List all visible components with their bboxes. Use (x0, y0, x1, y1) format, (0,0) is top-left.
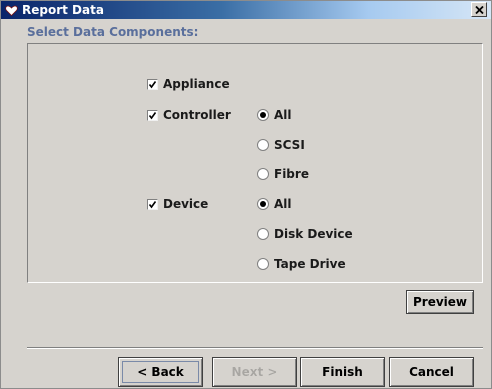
cancel-button[interactable]: Cancel (389, 357, 474, 387)
radio-label: Fibre (274, 167, 309, 181)
data-components-panel (27, 43, 483, 283)
next-button[interactable]: Next > (212, 357, 297, 387)
radio-button[interactable] (257, 139, 269, 151)
back-label: < Back (137, 365, 184, 379)
device-checkbox[interactable]: Device (147, 197, 208, 211)
controller-radio-fibre[interactable]: Fibre (257, 167, 309, 181)
radio-button[interactable] (257, 258, 269, 270)
appliance-checkbox[interactable]: Appliance (147, 77, 230, 91)
preview-button[interactable]: Preview (406, 290, 474, 314)
back-button[interactable]: < Back (118, 357, 203, 387)
radio-button[interactable] (257, 228, 269, 240)
checkbox-box[interactable] (147, 198, 158, 210)
controller-label: Controller (163, 108, 231, 122)
controller-radio-scsi[interactable]: SCSI (257, 138, 305, 152)
close-button[interactable] (471, 2, 487, 17)
device-radio-tape-drive[interactable]: Tape Drive (257, 257, 346, 271)
radio-button[interactable] (257, 168, 269, 180)
controller-checkbox[interactable]: Controller (147, 108, 231, 122)
cancel-label: Cancel (409, 365, 454, 379)
appliance-label: Appliance (163, 77, 230, 91)
radio-label: Disk Device (274, 227, 353, 241)
device-label: Device (163, 197, 209, 211)
radio-button[interactable] (257, 109, 269, 121)
heart-icon (5, 4, 18, 17)
section-label: Select Data Components: (27, 25, 199, 39)
radio-label: SCSI (274, 138, 305, 152)
radio-label: All (274, 197, 292, 211)
title-bar[interactable]: Report Data (1, 1, 491, 19)
next-label: Next > (231, 365, 278, 379)
check-icon (148, 111, 157, 119)
finish-label: Finish (322, 365, 363, 379)
radio-button[interactable] (257, 198, 269, 210)
check-icon (148, 80, 157, 88)
radio-label: Tape Drive (274, 257, 346, 271)
checkbox-box[interactable] (147, 109, 158, 121)
separator (27, 347, 483, 349)
window-title: Report Data (22, 3, 104, 17)
report-data-dialog: Report Data Select Data Components: Appl… (0, 0, 492, 389)
radio-label: All (274, 108, 292, 122)
device-radio-disk-device[interactable]: Disk Device (257, 227, 353, 241)
finish-button[interactable]: Finish (300, 357, 385, 387)
controller-radio-all[interactable]: All (257, 108, 292, 122)
device-radio-all[interactable]: All (257, 197, 292, 211)
check-icon (148, 200, 157, 208)
checkbox-box[interactable] (147, 78, 158, 90)
